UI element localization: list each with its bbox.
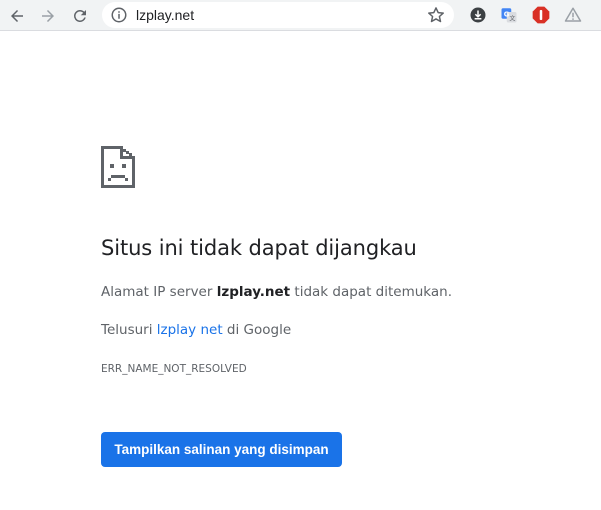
url-text[interactable]: lzplay.net (136, 7, 194, 23)
sad-page-icon (101, 146, 135, 188)
show-cached-copy-button[interactable]: Tampilkan salinan yang disimpan (101, 432, 342, 467)
suggest-prefix: Telusuri (101, 322, 157, 338)
warning-extension-icon (564, 7, 582, 22)
arrow-right-icon (41, 9, 54, 22)
download-extension-icon (470, 7, 486, 23)
star-outline-icon[interactable] (426, 5, 446, 25)
search-google-link[interactable]: lzplay net (157, 322, 223, 338)
error-desc-suffix: tidak dapat ditemukan. (290, 284, 452, 300)
error-desc-host: lzplay.net (216, 284, 291, 300)
download-extension-button[interactable] (467, 4, 489, 26)
translate-extension-button[interactable]: G 文 (498, 4, 520, 26)
reload-button[interactable] (66, 2, 93, 29)
info-icon[interactable] (110, 6, 128, 24)
error-description: Alamat IP server lzplay.net tidak dapat … (101, 284, 452, 300)
error-code: ERR_NAME_NOT_RESOLVED (101, 363, 247, 375)
suggest-suffix: di Google (222, 322, 292, 338)
adblock-extension-icon (532, 6, 550, 24)
back-button[interactable] (3, 2, 30, 29)
reload-icon (73, 9, 86, 22)
svg-text:文: 文 (509, 14, 515, 22)
error-desc-prefix: Alamat IP server (101, 284, 217, 300)
warning-extension-button[interactable] (562, 4, 584, 26)
address-bar[interactable]: lzplay.net (102, 2, 454, 28)
browser-toolbar: lzplay.net G 文 (0, 0, 601, 31)
translate-extension-icon: G 文 (501, 8, 517, 23)
search-suggestion: Telusuri lzplay net di Google (101, 322, 291, 338)
arrow-left-icon (10, 9, 23, 22)
error-title: Situs ini tidak dapat dijangkau (101, 236, 417, 260)
adblock-extension-button[interactable] (530, 4, 552, 26)
forward-button[interactable] (34, 2, 61, 29)
